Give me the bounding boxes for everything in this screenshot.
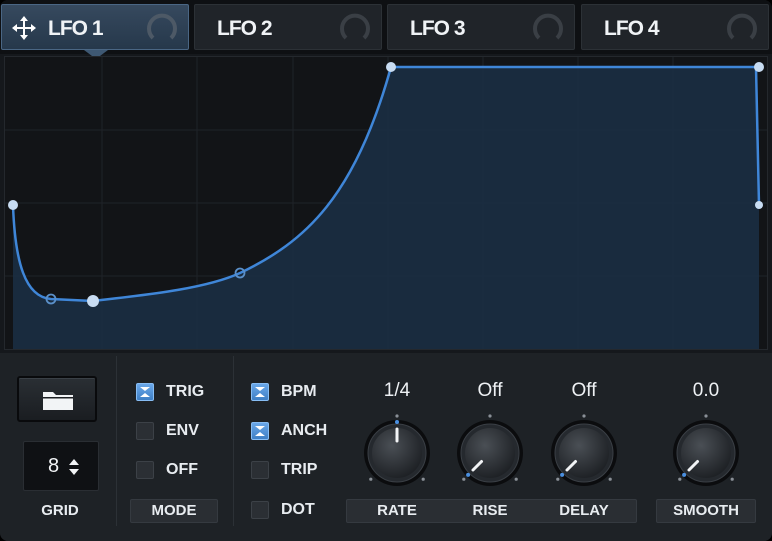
checkbox-label: DOT <box>281 501 315 518</box>
checkbox[interactable] <box>251 501 269 519</box>
knob-value-rise: Off <box>477 380 503 401</box>
knob-label-rate: RATE <box>377 502 417 519</box>
checkbox[interactable] <box>136 422 154 440</box>
tab-lfo-2[interactable]: LFO 2 <box>194 4 382 50</box>
divider <box>233 356 234 526</box>
knob-rise[interactable] <box>450 413 530 493</box>
knob-label-smooth: SMOOTH <box>673 502 739 519</box>
lfo-shape-editor[interactable] <box>4 56 768 350</box>
checkbox-label: OFF <box>166 461 198 478</box>
knob-smooth[interactable] <box>666 413 746 493</box>
curve-point[interactable] <box>755 201 763 209</box>
tab-amount-knob-icon[interactable] <box>726 13 758 45</box>
knob-label-rise: RISE <box>472 502 508 519</box>
grid-label: GRID <box>41 502 79 519</box>
tab-amount-knob-icon[interactable] <box>532 13 564 45</box>
checkbox-check-icon <box>255 387 265 397</box>
tab-lfo-4[interactable]: LFO 4 <box>581 4 769 50</box>
grid-value: 8 <box>48 455 60 477</box>
checkbox[interactable] <box>251 422 269 440</box>
tab-lfo-1[interactable]: LFO 1 <box>1 4 189 50</box>
knob-value-rate: 1/4 <box>383 380 411 401</box>
checkbox-check-icon <box>140 387 150 397</box>
preset-folder-button[interactable] <box>17 376 97 422</box>
tab-label: LFO 1 <box>48 17 104 40</box>
tab-label: LFO 4 <box>604 17 660 40</box>
move-icon[interactable] <box>12 16 36 40</box>
lfo-tab-bar: LFO 1 LFO 2 LFO 3 LFO 4 <box>0 0 772 59</box>
curve-point[interactable] <box>754 62 764 72</box>
grid-stepper-box[interactable]: 8 <box>23 441 99 491</box>
lfo-curve-svg <box>5 57 767 349</box>
checkbox[interactable] <box>251 383 269 401</box>
folder-icon <box>43 392 73 410</box>
up-down-arrows-icon[interactable] <box>68 458 80 476</box>
curve-point[interactable] <box>8 200 18 210</box>
checkbox-label: BPM <box>281 383 317 400</box>
checkbox[interactable] <box>136 461 154 479</box>
tab-label: LFO 3 <box>410 17 466 40</box>
mode-label: MODE <box>151 502 197 519</box>
knob-value-smooth: 0.0 <box>692 380 720 401</box>
knob-label-delay: DELAY <box>559 502 609 519</box>
curve-point[interactable] <box>87 295 99 307</box>
checkbox[interactable] <box>251 461 269 479</box>
tab-lfo-3[interactable]: LFO 3 <box>387 4 575 50</box>
knob-delay[interactable] <box>544 413 624 493</box>
tab-amount-knob-icon[interactable] <box>339 13 371 45</box>
divider <box>116 356 117 526</box>
checkbox[interactable] <box>136 383 154 401</box>
lfo-panel: LFO 1 LFO 2 LFO 3 LFO 4 8 GRID TRIG ENV … <box>0 0 772 541</box>
checkbox-check-icon <box>255 426 265 436</box>
tab-label: LFO 2 <box>217 17 273 40</box>
lfo-curve-fill <box>13 67 759 349</box>
checkbox-label: ENV <box>166 422 199 439</box>
checkbox-label: TRIP <box>281 461 318 478</box>
checkbox-label: TRIG <box>166 383 205 400</box>
tab-amount-knob-icon[interactable] <box>146 13 178 45</box>
knob-rate[interactable] <box>357 413 437 493</box>
knob-value-delay: Off <box>571 380 597 401</box>
curve-point[interactable] <box>386 62 396 72</box>
checkbox-label: ANCH <box>281 422 328 439</box>
